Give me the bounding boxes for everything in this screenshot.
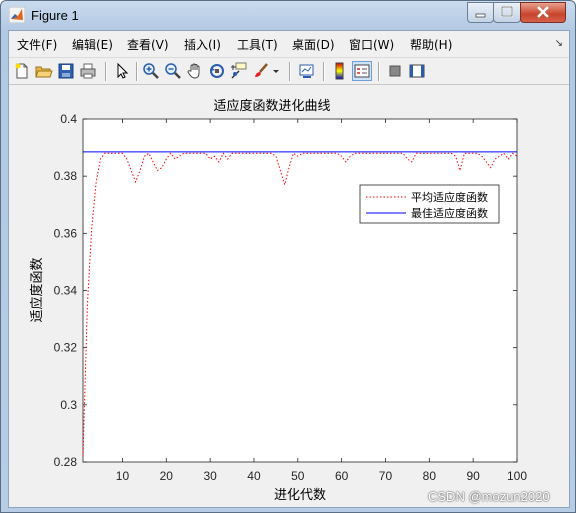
select-arrow-icon[interactable] bbox=[113, 62, 131, 80]
rotate-3d-icon[interactable] bbox=[208, 62, 226, 80]
menu-desktop[interactable]: 桌面(D) bbox=[292, 36, 335, 53]
menu-help[interactable]: 帮助(H) bbox=[410, 36, 452, 53]
x-tick-label: 80 bbox=[423, 469, 437, 483]
x-tick-label: 90 bbox=[466, 469, 480, 483]
x-tick-label: 60 bbox=[335, 469, 349, 483]
chart-legend[interactable]: 平均适应度函数 最佳适应度函数 bbox=[359, 184, 500, 224]
y-tick-label: 0.36 bbox=[54, 226, 78, 240]
pan-hand-icon[interactable] bbox=[186, 62, 204, 80]
brush-dropdown-icon[interactable] bbox=[271, 62, 281, 80]
axes-plot-area[interactable] bbox=[82, 118, 518, 463]
open-file-icon[interactable] bbox=[35, 62, 53, 80]
close-button[interactable] bbox=[520, 2, 566, 23]
x-tick-label: 10 bbox=[116, 469, 130, 483]
legend-label-best: 最佳适应度函数 bbox=[411, 206, 488, 220]
toolbar-separator bbox=[289, 62, 291, 81]
brush-icon[interactable] bbox=[252, 62, 270, 80]
minimize-button[interactable] bbox=[467, 2, 494, 23]
maximize-button[interactable] bbox=[493, 2, 521, 23]
y-tick-label: 0.32 bbox=[54, 341, 78, 355]
plot-svg: 适应度函数进化曲线 10 20 30 40 50 60 70 80 90 100 0.28 0.3 0… bbox=[29, 98, 527, 503]
y-axis-label: 适应度函数 bbox=[29, 257, 45, 322]
legend-label-average: 平均适应度函数 bbox=[411, 190, 488, 204]
menubar-dock-arrow-icon[interactable]: ↘ bbox=[555, 38, 563, 49]
menu-tools[interactable]: 工具(T) bbox=[237, 36, 278, 53]
new-figure-icon[interactable] bbox=[13, 62, 31, 80]
x-tick-label: 20 bbox=[160, 469, 174, 483]
x-tick-label: 40 bbox=[247, 469, 261, 483]
menu-file[interactable]: 文件(F) bbox=[17, 36, 57, 53]
link-plot-icon[interactable] bbox=[298, 62, 316, 80]
maximize-icon bbox=[501, 6, 513, 17]
toolbar-separator bbox=[323, 62, 325, 81]
matlab-logo-icon bbox=[9, 7, 25, 23]
window-title: Figure 1 bbox=[31, 8, 79, 23]
chart-title: 适应度函数进化曲线 bbox=[213, 98, 330, 114]
menu-window[interactable]: 窗口(W) bbox=[349, 36, 394, 53]
watermark-text: CSDN @mozun2020 bbox=[428, 489, 550, 504]
zoom-out-icon[interactable] bbox=[164, 62, 182, 80]
menu-view[interactable]: 查看(V) bbox=[127, 36, 169, 53]
colorbar-icon[interactable] bbox=[331, 62, 349, 80]
legend-icon[interactable] bbox=[352, 61, 372, 81]
zoom-in-icon[interactable] bbox=[142, 62, 160, 80]
toolbar-separator bbox=[136, 62, 138, 81]
print-icon[interactable] bbox=[79, 62, 97, 80]
title-bar[interactable]: Figure 1 bbox=[1, 1, 575, 30]
y-tick-label: 0.28 bbox=[54, 455, 78, 469]
toolbar-separator bbox=[105, 62, 107, 81]
menu-bar: 文件(F) 编辑(E) 查看(V) 插入(I) 工具(T) 桌面(D) 窗口(W… bbox=[9, 33, 569, 55]
save-icon[interactable] bbox=[57, 62, 75, 80]
y-tick-label: 0.4 bbox=[60, 112, 77, 126]
show-plot-tools-icon[interactable] bbox=[408, 62, 426, 80]
y-tick-label: 0.3 bbox=[60, 398, 77, 412]
figure-toolbar bbox=[9, 57, 569, 85]
menu-edit[interactable]: 编辑(E) bbox=[72, 36, 113, 53]
x-tick-label: 30 bbox=[203, 469, 217, 483]
x-tick-label: 50 bbox=[291, 469, 305, 483]
close-icon bbox=[537, 6, 549, 18]
figure-canvas: 适应度函数进化曲线 10 20 30 40 50 60 70 80 90 100 0.28 0.3 0… bbox=[9, 85, 569, 507]
x-tick-label: 70 bbox=[379, 469, 393, 483]
x-tick-label: 100 bbox=[507, 469, 527, 483]
figure-client-area: 文件(F) 编辑(E) 查看(V) 插入(I) 工具(T) 桌面(D) 窗口(W… bbox=[8, 30, 570, 508]
data-cursor-icon[interactable] bbox=[230, 62, 248, 80]
menu-insert[interactable]: 插入(I) bbox=[184, 36, 221, 53]
figure-window: Figure 1 文件(F) 编辑(E) 查看(V) 插入(I) 工具(T) 桌… bbox=[0, 0, 576, 513]
y-tick-label: 0.34 bbox=[54, 284, 78, 298]
minimize-icon bbox=[475, 13, 486, 18]
hide-plot-tools-icon[interactable] bbox=[386, 62, 404, 80]
x-axis-label: 进化代数 bbox=[274, 488, 326, 503]
toolbar-separator bbox=[378, 62, 380, 81]
y-tick-label: 0.38 bbox=[54, 169, 78, 183]
